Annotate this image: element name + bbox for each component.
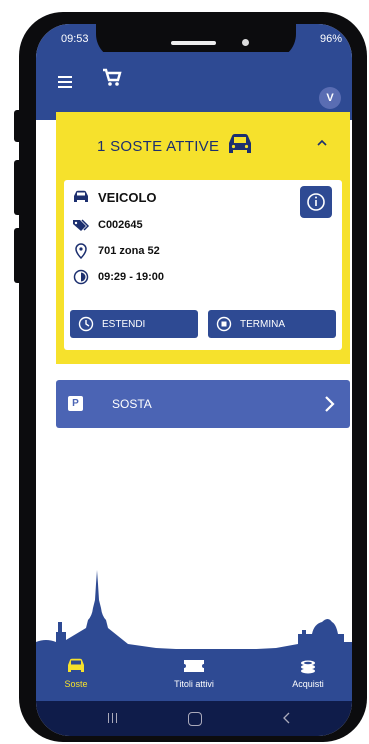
parking-detail-card: VEICOLO C002645 701 zona 52 09:29 - 19:0… (64, 180, 342, 350)
time-row: 09:29 - 19:00 (72, 268, 164, 286)
clock-outline-icon (78, 316, 94, 332)
active-parking-header[interactable]: 1 SOSTE ATTIVE (56, 112, 350, 174)
time-range: 09:29 - 19:00 (98, 271, 165, 283)
plate-row: C002645 (72, 216, 143, 234)
tag-icon (72, 216, 90, 234)
extend-button[interactable]: ESTENDI (70, 310, 198, 338)
chevron-right-icon (322, 394, 336, 419)
car-icon (225, 132, 255, 163)
zone-text: 701 zona 52 (98, 245, 160, 257)
stop-icon (216, 316, 232, 332)
status-battery: 96% (319, 33, 342, 45)
car-small-icon (72, 188, 90, 206)
active-parking-card: 1 SOSTE ATTIVE VEICOLO C002645 701 zona … (56, 112, 350, 364)
nav-acquisti-label: Acquisti (292, 679, 324, 689)
status-time: 09:53 (61, 33, 89, 45)
plate-number: C002645 (98, 219, 143, 231)
cart-icon[interactable] (102, 68, 122, 93)
front-camera (242, 39, 249, 46)
vehicle-label: VEICOLO (98, 189, 157, 205)
active-parking-title: 1 SOSTE ATTIVE (97, 138, 220, 155)
location-pin-icon (72, 242, 90, 260)
system-navigation-bar (36, 701, 352, 736)
back-icon[interactable] (282, 711, 292, 730)
chevron-up-icon[interactable] (315, 136, 329, 150)
nav-titoli-attivi[interactable]: Titoli attivi (154, 655, 234, 689)
car-icon (36, 655, 116, 677)
terminate-button[interactable]: TERMINA (208, 310, 336, 338)
speaker-grille (171, 41, 216, 45)
sosta-button[interactable]: P SOSTA (56, 380, 350, 428)
parking-p-icon: P (68, 396, 83, 411)
home-icon[interactable] (188, 712, 202, 726)
clock-icon (72, 268, 90, 286)
menu-icon[interactable] (58, 76, 72, 88)
nav-soste-label: Soste (64, 679, 88, 689)
vehicle-row: VEICOLO (72, 188, 157, 206)
app-bar: V (36, 52, 352, 120)
sosta-label: SOSTA (112, 397, 152, 411)
screen: 09:53 96% V 1 SOSTE ATTIVE VEICOLO C0026… (36, 24, 352, 736)
nav-acquisti[interactable]: Acquisti (268, 655, 348, 689)
zone-row: 701 zona 52 (72, 242, 160, 260)
nav-titoli-label: Titoli attivi (174, 679, 214, 689)
nav-soste[interactable]: Soste (36, 655, 116, 689)
terminate-label: TERMINA (240, 318, 285, 330)
coins-icon (268, 655, 348, 677)
avatar[interactable]: V (319, 87, 341, 109)
extend-label: ESTENDI (102, 318, 146, 330)
ticket-icon (154, 655, 234, 677)
recent-apps-icon[interactable] (106, 713, 118, 723)
bottom-navigation: Soste Titoli attivi Acquisti (36, 649, 352, 701)
info-button[interactable] (300, 186, 332, 218)
